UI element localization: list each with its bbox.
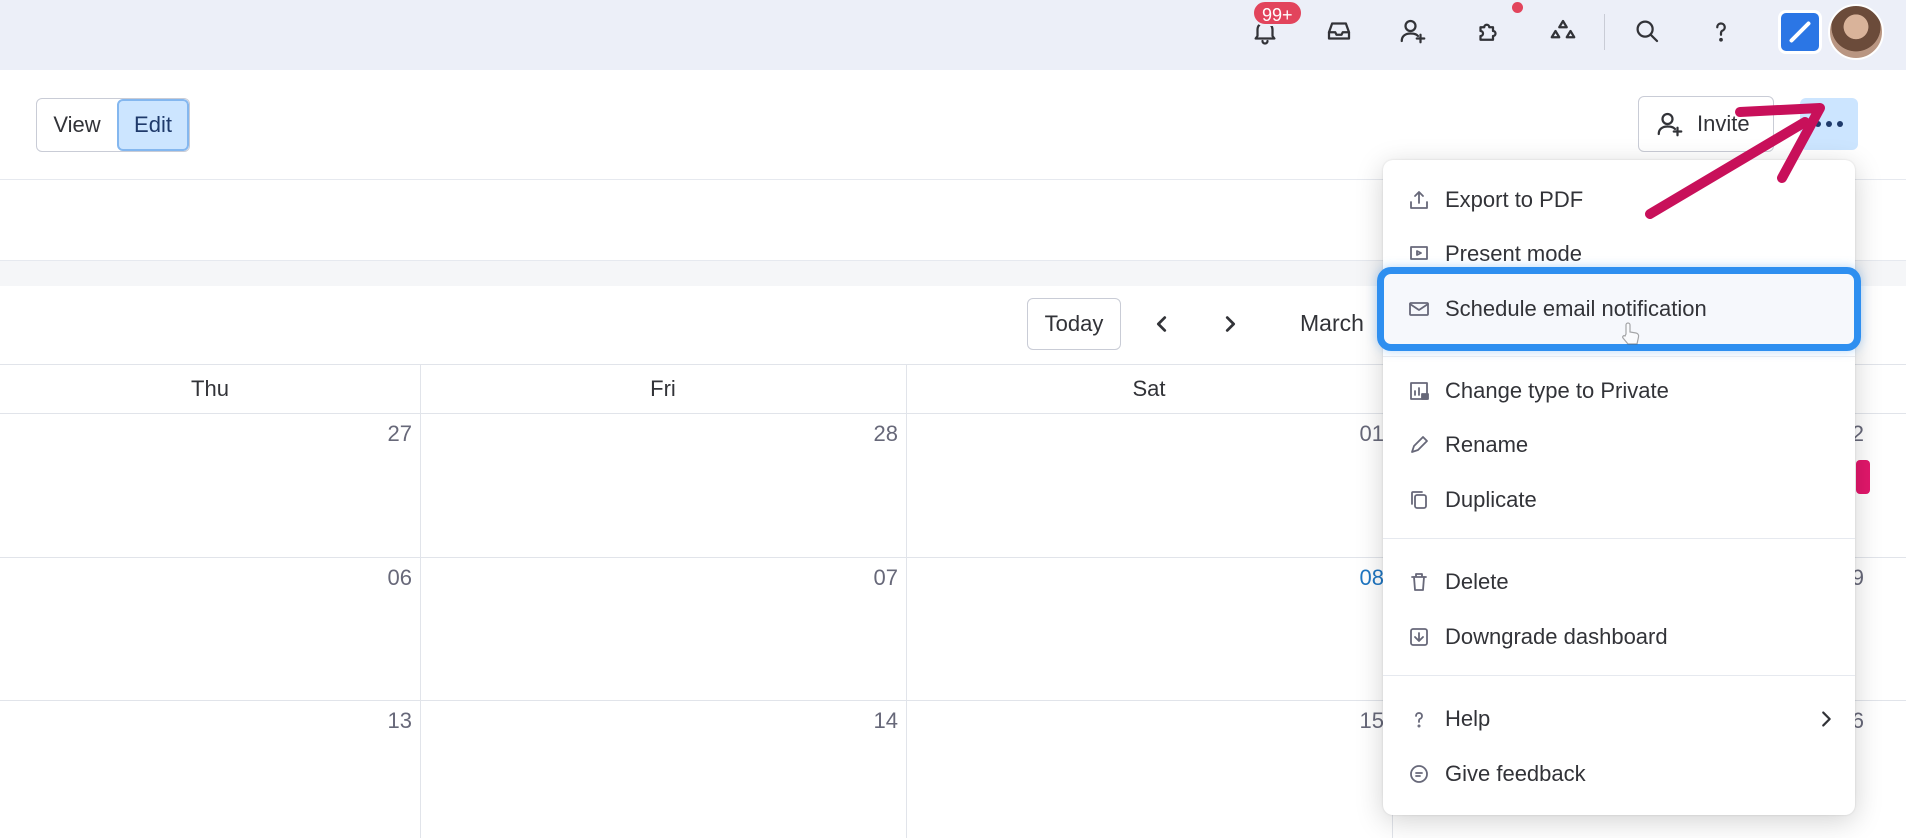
- menu-separator: [1383, 356, 1855, 357]
- menu-item-label: Give feedback: [1445, 761, 1586, 786]
- menu-item-rename[interactable]: Rename: [1407, 424, 1837, 466]
- user-avatar[interactable]: [1828, 4, 1884, 60]
- menu-item-label: Delete: [1445, 569, 1509, 594]
- day-header-fri: Fri: [650, 376, 676, 401]
- menu-item-label: Help: [1445, 706, 1491, 731]
- day-number[interactable]: 01: [1324, 421, 1384, 447]
- calendar-event[interactable]: [1856, 460, 1870, 494]
- view-edit-toggle: View Edit: [36, 98, 190, 152]
- duplicate-icon: [1411, 491, 1427, 509]
- day-header-thu: Thu: [191, 376, 229, 401]
- menu-item-help[interactable]: Help: [1407, 698, 1837, 740]
- top-bar: [0, 0, 1906, 70]
- day-number[interactable]: 13: [352, 708, 412, 734]
- edit-button[interactable]: Edit: [117, 99, 189, 151]
- menu-item-downgrade[interactable]: Downgrade dashboard: [1407, 616, 1837, 658]
- pencil-icon: [1411, 436, 1428, 453]
- topbar-divider: [1604, 14, 1605, 50]
- integrations-icon[interactable]: [1463, 10, 1513, 52]
- inbox-icon[interactable]: [1314, 10, 1364, 52]
- search-icon[interactable]: [1622, 10, 1672, 52]
- menu-item-give-feedback[interactable]: Give feedback: [1407, 753, 1837, 795]
- help-icon[interactable]: [1696, 10, 1746, 52]
- menu-item-label: Duplicate: [1445, 487, 1537, 512]
- integrations-dot: [1512, 2, 1523, 13]
- menu-item-change-type[interactable]: Change type to Private: [1407, 370, 1837, 412]
- day-number[interactable]: 15: [1324, 708, 1384, 734]
- column-divider: [420, 365, 421, 838]
- day-number[interactable]: 28: [838, 421, 898, 447]
- menu-item-delete[interactable]: Delete: [1407, 561, 1837, 603]
- menu-item-duplicate[interactable]: Duplicate: [1407, 479, 1837, 521]
- day-number[interactable]: 06: [352, 565, 412, 591]
- trash-icon: [1411, 573, 1427, 591]
- menu-separator: [1383, 675, 1855, 676]
- menu-item-label: Change type to Private: [1445, 378, 1669, 403]
- day-number[interactable]: 07: [838, 565, 898, 591]
- today-button[interactable]: Today: [1027, 298, 1121, 350]
- menu-item-label: Downgrade dashboard: [1445, 624, 1668, 649]
- notification-badge: 99+: [1252, 0, 1303, 26]
- feedback-icon: [1410, 765, 1428, 783]
- app-logo[interactable]: [1778, 10, 1822, 54]
- month-label: March: [1300, 310, 1364, 336]
- day-number[interactable]: 27: [352, 421, 412, 447]
- hand-cursor-icon: [1622, 322, 1640, 345]
- day-header-sat: Sat: [1132, 376, 1166, 401]
- chevron-left-icon[interactable]: [1142, 304, 1182, 344]
- question-icon: [1415, 712, 1423, 728]
- download-icon: [1410, 628, 1428, 646]
- chevron-right-icon: [1822, 711, 1831, 727]
- day-number[interactable]: 14: [838, 708, 898, 734]
- email-icon: [1409, 302, 1429, 316]
- apps-marketplace-icon[interactable]: [1538, 10, 1588, 52]
- annotation-arrow-icon: [1645, 103, 1825, 219]
- menu-item-label: Rename: [1445, 432, 1529, 457]
- day-number-today[interactable]: 08: [1324, 565, 1384, 591]
- invite-members-icon[interactable]: [1388, 10, 1438, 52]
- column-divider: [906, 365, 907, 838]
- chevron-right-icon[interactable]: [1210, 304, 1250, 344]
- menu-items-layer: Schedule email notification Change type …: [1383, 160, 1855, 815]
- menu-item-label: Schedule email notification: [1445, 296, 1707, 321]
- private-board-icon: [1410, 382, 1429, 400]
- view-button[interactable]: View: [37, 99, 117, 151]
- menu-separator: [1383, 538, 1855, 539]
